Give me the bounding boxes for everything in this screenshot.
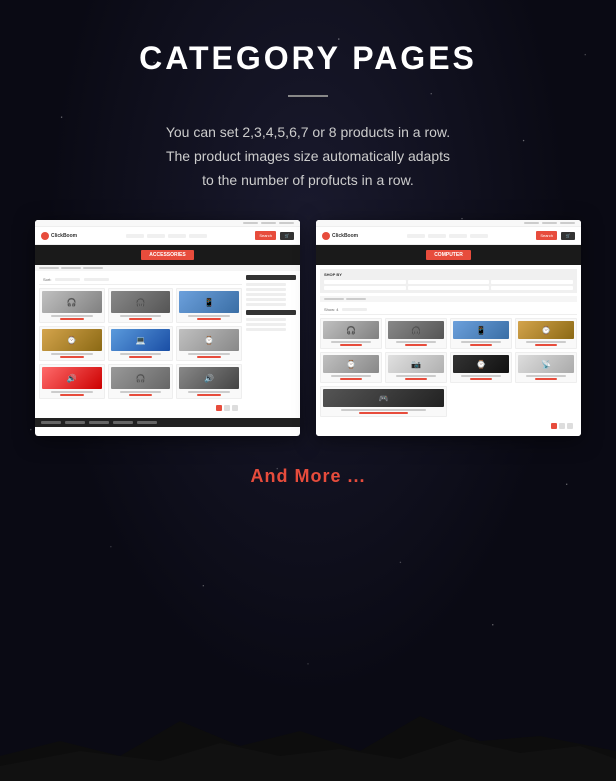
title-divider bbox=[288, 95, 328, 97]
description-text: You can set 2,3,4,5,6,7 or 8 products in… bbox=[166, 121, 450, 192]
screenshots-row: ClickBoom Search 🛒 ACCESSORIES bbox=[30, 220, 586, 436]
and-more-link[interactable]: And More ... bbox=[251, 466, 366, 487]
page-title: CATEGORY PAGES bbox=[139, 40, 477, 77]
screenshot-left: ClickBoom Search 🛒 ACCESSORIES bbox=[35, 220, 300, 436]
main-container: CATEGORY PAGES You can set 2,3,4,5,6,7 o… bbox=[0, 0, 616, 517]
screenshot-right: ClickBoom Search 🛒 COMPUTER bbox=[316, 220, 581, 436]
